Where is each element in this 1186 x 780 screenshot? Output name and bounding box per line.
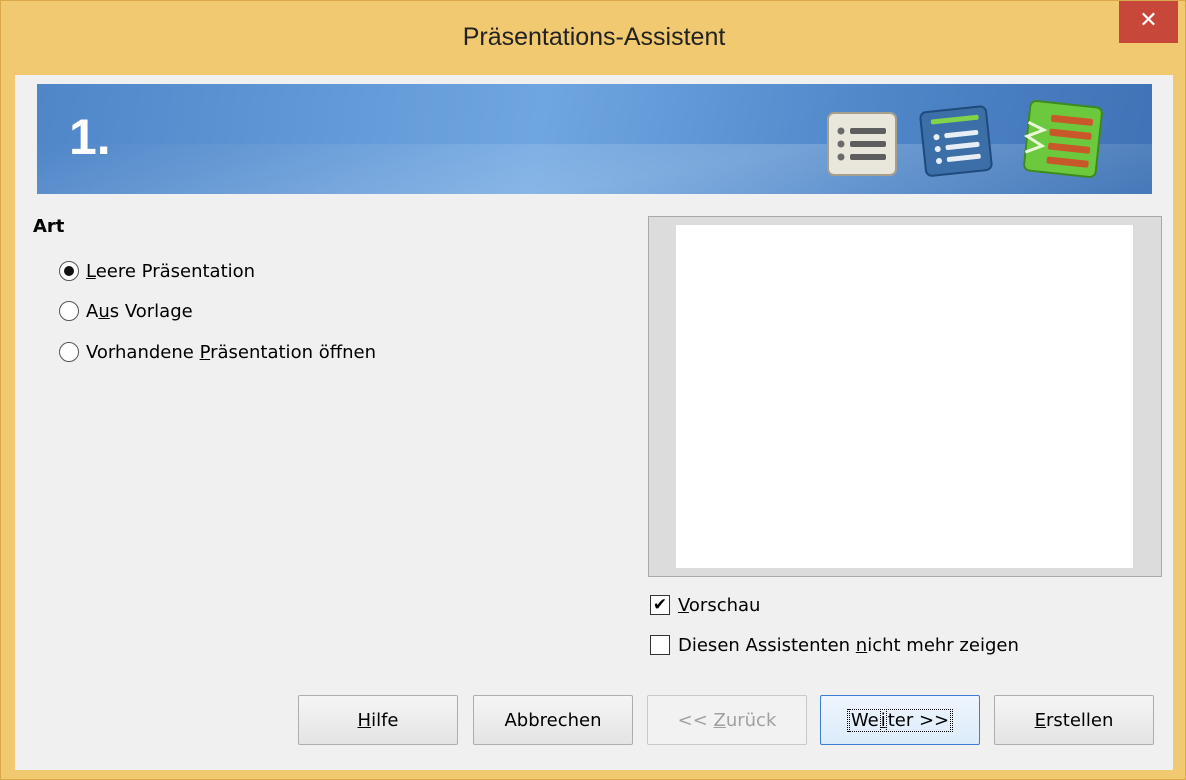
radio-button[interactable] [59, 261, 79, 281]
window-title: Präsentations-Assistent [462, 23, 726, 51]
help-button-label: Hilfe [357, 709, 399, 731]
list-page-selected-icon [919, 105, 993, 177]
cancel-button[interactable]: Abbrechen [473, 695, 633, 745]
radio-button[interactable] [59, 301, 79, 321]
step-number: 1. [69, 109, 111, 165]
help-button[interactable]: Hilfe [298, 695, 458, 745]
wizard-window: Präsentations-Assistent ✕ 1. Art Leere P… [0, 0, 1186, 780]
close-icon: ✕ [1139, 8, 1158, 33]
list-page-green-icon [1023, 100, 1103, 178]
radio-open-existing[interactable]: Vorhandene Präsentation öffnen [59, 339, 376, 365]
list-page-icon [827, 112, 897, 176]
close-button[interactable]: ✕ [1119, 1, 1178, 43]
next-button-label: We i ter >> [846, 708, 954, 732]
radio-label: Aus Vorlage [86, 300, 193, 322]
radio-empty-presentation[interactable]: Leere Präsentation [59, 258, 255, 284]
create-button-label: Erstellen [1034, 709, 1114, 731]
back-button-label: << Zurück [677, 709, 777, 731]
preview-page [676, 225, 1133, 568]
next-button[interactable]: We i ter >> [820, 695, 980, 745]
wizard-banner: 1. [37, 84, 1152, 194]
dont-show-checkbox-row[interactable]: Diesen Assistenten nicht mehr zeigen [650, 632, 1019, 658]
dont-show-checkbox-label: Diesen Assistenten nicht mehr zeigen [678, 634, 1019, 656]
preview-checkbox-row[interactable]: ✔ Vorschau [650, 592, 760, 618]
radio-from-template[interactable]: Aus Vorlage [59, 298, 193, 324]
type-section-label: Art [33, 216, 65, 237]
back-button[interactable]: << Zurück [647, 695, 807, 745]
cancel-button-label: Abbrechen [504, 709, 602, 731]
preview-checkbox[interactable]: ✔ [650, 595, 670, 615]
create-button[interactable]: Erstellen [994, 695, 1154, 745]
dont-show-checkbox[interactable] [650, 635, 670, 655]
dialog-body: 1. Art Leere Präsentation Aus Vorlage Vo… [15, 75, 1173, 770]
preview-panel [648, 216, 1162, 577]
radio-label: Leere Präsentation [86, 260, 256, 282]
preview-checkbox-label: Vorschau [678, 594, 761, 616]
radio-button[interactable] [59, 342, 79, 362]
title-bar[interactable]: Präsentations-Assistent ✕ [1, 1, 1186, 81]
radio-label: Vorhandene Präsentation öffnen [86, 341, 377, 363]
